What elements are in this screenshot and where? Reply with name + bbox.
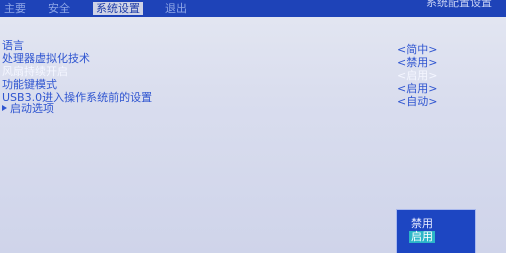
tab-main[interactable]: 主要 — [4, 2, 26, 15]
menu-bar: 主要 安全 系统设置 退出 系统配置设置 — [0, 0, 506, 17]
setting-language-label[interactable]: 语言 — [2, 40, 24, 52]
setting-language-value[interactable]: <简中> — [397, 44, 437, 56]
setting-virtualization-label[interactable]: 处理器虚拟化技术 — [2, 53, 90, 65]
submenu-boot-options-label: 启动选项 — [10, 102, 54, 115]
submenu-arrow-icon — [2, 105, 7, 111]
popup-option-enable[interactable]: 启用 — [409, 231, 435, 243]
submenu-boot-options[interactable]: 启动选项 — [2, 103, 54, 115]
setting-fan-always-on-label[interactable]: 风扇持续开启 — [2, 66, 68, 78]
tab-security[interactable]: 安全 — [48, 2, 70, 15]
tab-exit[interactable]: 退出 — [165, 2, 187, 15]
tab-system-settings[interactable]: 系统设置 — [93, 2, 143, 15]
option-popup: 禁用 启用 — [396, 209, 476, 253]
setting-function-key-mode-label[interactable]: 功能键模式 — [2, 79, 57, 91]
setting-function-key-mode-value[interactable]: <启用> — [397, 83, 437, 95]
bios-screen: 主要 安全 系统设置 退出 系统配置设置 语言 <简中> 处理器虚拟化技术 <禁… — [0, 0, 506, 253]
popup-option-disable[interactable]: 禁用 — [409, 218, 435, 230]
setting-usb3-pre-os-value[interactable]: <自动> — [397, 96, 437, 108]
system-info-title: 系统配置设置 — [426, 0, 492, 9]
setting-fan-always-on-value[interactable]: <启用> — [397, 70, 437, 82]
setting-virtualization-value[interactable]: <禁用> — [397, 57, 437, 69]
